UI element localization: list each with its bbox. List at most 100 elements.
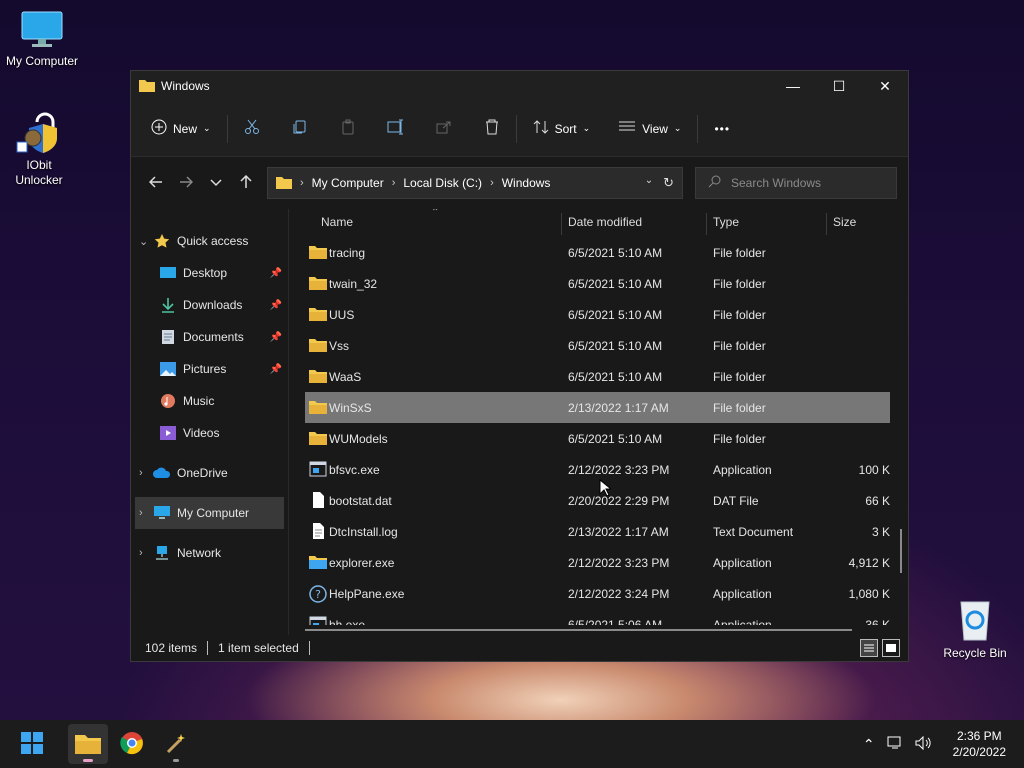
title-bar[interactable]: Windows — ☐ ✕: [131, 71, 908, 101]
file-row[interactable]: ? HelpPane.exe 2/12/2022 3:24 PM Applicatio…: [305, 578, 890, 609]
address-bar[interactable]: › My Computer › Local Disk (C:) › Window…: [267, 167, 683, 199]
chevron-right-icon[interactable]: ›: [139, 467, 153, 479]
chevron-up-icon[interactable]: ⌃: [863, 736, 875, 753]
breadcrumb-windows[interactable]: Windows: [502, 176, 551, 190]
nav-item-desktop[interactable]: Desktop 📌: [131, 257, 288, 289]
taskbar-file-explorer[interactable]: [68, 724, 108, 764]
nav-quick-access[interactable]: ⌄ Quick access: [131, 225, 288, 257]
volume-icon[interactable]: [915, 735, 933, 753]
file-type: File folder: [713, 308, 766, 322]
nav-item-videos[interactable]: Videos: [131, 417, 288, 449]
file-size: 100 K: [858, 463, 890, 477]
thumbnail-view-button[interactable]: [882, 639, 900, 657]
taskbar-chrome[interactable]: [112, 724, 152, 764]
cloud-icon: [153, 464, 171, 482]
nav-my-computer[interactable]: › My Computer: [135, 497, 284, 529]
file-row[interactable]: bootstat.dat 2/20/2022 2:29 PM DAT File 66 …: [305, 485, 890, 516]
arrow-right-icon: [179, 175, 194, 192]
paste-button[interactable]: [332, 113, 364, 145]
file-row[interactable]: tracing 6/5/2021 5:10 AM File folder: [305, 237, 890, 268]
nav-item-pictures[interactable]: Pictures 📌: [131, 353, 288, 385]
search-input[interactable]: Search Windows: [695, 167, 897, 199]
file-row[interactable]: UUS 6/5/2021 5:10 AM File folder: [305, 299, 890, 330]
status-bar: 102 items 1 item selected: [131, 635, 908, 661]
taskbar: ⌃ 2:36 PM 2/20/2022: [0, 720, 1024, 768]
file-row[interactable]: WaaS 6/5/2021 5:10 AM File folder: [305, 361, 890, 392]
horizontal-scrollbar[interactable]: [305, 629, 852, 631]
file-size: 3 K: [871, 525, 890, 539]
chevron-down-icon[interactable]: ⌄: [139, 235, 153, 248]
nav-network[interactable]: › Network: [131, 537, 288, 569]
file-type: File folder: [713, 246, 766, 260]
breadcrumb-my-computer[interactable]: My Computer: [312, 176, 384, 190]
star-icon: [153, 232, 171, 250]
start-button[interactable]: [12, 724, 52, 764]
file-name: UUS: [329, 308, 355, 322]
cut-button[interactable]: [236, 113, 268, 145]
trash-icon: [484, 119, 500, 138]
document-icon: [159, 328, 177, 346]
sort-button[interactable]: Sort ⌄: [525, 113, 599, 145]
back-button[interactable]: [141, 168, 171, 198]
forward-button[interactable]: [171, 168, 201, 198]
vertical-scrollbar[interactable]: [900, 529, 902, 573]
clock[interactable]: 2:36 PM 2/20/2022: [953, 728, 1006, 760]
file-row[interactable]: twain_32 6/5/2021 5:10 AM File folder: [305, 268, 890, 299]
file-row[interactable]: hh.exe 6/5/2021 5:06 AM Application 36 K: [305, 609, 890, 625]
column-divider[interactable]: [826, 213, 827, 235]
nav-onedrive[interactable]: › OneDrive: [131, 457, 288, 489]
download-icon: [159, 296, 177, 314]
delete-button[interactable]: [476, 113, 508, 145]
nav-item-documents[interactable]: Documents 📌: [131, 321, 288, 353]
maximize-button[interactable]: ☐: [816, 71, 862, 101]
view-label: View: [642, 121, 668, 136]
file-list: ⌃ Name Date modified Type Size tracing 6/…: [289, 209, 908, 635]
desktop-icon-label: IObit Unlocker: [15, 158, 63, 187]
taskbar-magic-wand-app[interactable]: [156, 724, 196, 764]
chevron-right-icon[interactable]: ›: [139, 507, 153, 519]
copy-button[interactable]: [284, 113, 316, 145]
up-button[interactable]: [231, 168, 261, 198]
details-view-button[interactable]: [860, 639, 878, 657]
chevron-right-icon[interactable]: ›: [139, 547, 153, 559]
breadcrumb-local-disk[interactable]: Local Disk (C:): [403, 176, 482, 190]
file-name: explorer.exe: [329, 556, 395, 570]
file-row[interactable]: bfsvc.exe 2/12/2022 3:23 PM Application 100…: [305, 454, 890, 485]
more-options-button[interactable]: •••: [706, 113, 738, 145]
view-button[interactable]: View ⌄: [610, 113, 689, 145]
column-header-type[interactable]: Type: [713, 215, 739, 229]
share-button[interactable]: [428, 113, 460, 145]
rename-button[interactable]: [380, 113, 412, 145]
column-divider[interactable]: [706, 213, 707, 235]
file-row[interactable]: DtcInstall.log 2/13/2022 1:17 AM Text Docu…: [305, 516, 890, 547]
refresh-icon[interactable]: ↻: [663, 175, 674, 191]
nav-item-music[interactable]: Music: [131, 385, 288, 417]
column-header-name[interactable]: Name: [321, 215, 353, 229]
column-divider[interactable]: [561, 213, 562, 235]
picture-icon: [159, 360, 177, 378]
file-row[interactable]: explorer.exe 2/12/2022 3:23 PM Application…: [305, 547, 890, 578]
recent-locations-button[interactable]: [201, 168, 231, 198]
column-header-date[interactable]: Date modified: [568, 215, 642, 229]
new-button[interactable]: New ⌄: [143, 113, 219, 145]
file-row[interactable]: Vss 6/5/2021 5:10 AM File folder: [305, 330, 890, 361]
desktop-icon-recycle-bin[interactable]: Recycle Bin: [933, 596, 1017, 660]
desktop-icon-iobit-unlocker[interactable]: IObit Unlocker: [0, 108, 81, 188]
file-size: 36 K: [865, 618, 890, 625]
breadcrumb-separator: ›: [490, 177, 494, 189]
network-status-icon[interactable]: [887, 736, 903, 753]
file-row[interactable]: WinSxS 2/13/2022 1:17 AM File folder: [305, 392, 890, 423]
nav-item-downloads[interactable]: Downloads 📌: [131, 289, 288, 321]
file-date-modified: 6/5/2021 5:10 AM: [568, 339, 663, 353]
file-name: hh.exe: [329, 618, 366, 625]
address-history-chevron-icon[interactable]: ⌄: [645, 175, 653, 191]
minimize-button[interactable]: —: [770, 71, 816, 101]
file-row[interactable]: WUModels 6/5/2021 5:10 AM File folder: [305, 423, 890, 454]
file-type: DAT File: [713, 494, 759, 508]
column-header-size[interactable]: Size: [833, 215, 856, 229]
file-type: Text Document: [713, 525, 794, 539]
desktop-icon-my-computer[interactable]: My Computer: [0, 10, 84, 68]
close-button[interactable]: ✕: [862, 71, 908, 101]
nav-label: Pictures: [183, 362, 227, 376]
file-date-modified: 6/5/2021 5:10 AM: [568, 308, 663, 322]
